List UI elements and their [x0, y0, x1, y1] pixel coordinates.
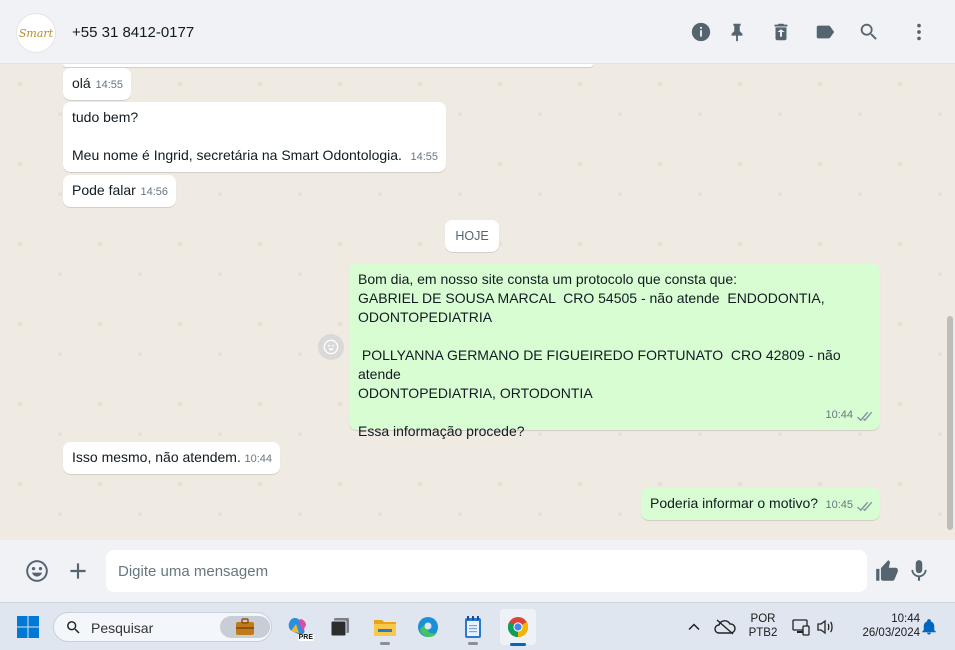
message-meta: 10:44	[825, 406, 873, 425]
message-bubble-outgoing[interactable]: Poderia informar o motivo? 10:45	[641, 488, 880, 520]
taskbar-search[interactable]: Pesquisar	[53, 612, 272, 642]
clock-time: 10:44	[891, 613, 920, 625]
message-time: 14:55	[410, 151, 438, 163]
task-view-icon[interactable]	[326, 613, 354, 641]
message-bubble-incoming[interactable]: Pode falar 14:56	[63, 175, 176, 207]
windows-start-icon[interactable]	[14, 613, 42, 641]
clock-date: 26/03/2024	[862, 627, 920, 639]
notification-bell-icon[interactable]	[915, 613, 943, 641]
info-icon[interactable]	[690, 21, 712, 43]
system-clock[interactable]: 10:44 26/03/2024	[842, 612, 920, 640]
chevron-up-icon[interactable]	[680, 613, 708, 641]
search-icon[interactable]	[858, 21, 880, 43]
keyboard-layout: PTB2	[748, 627, 778, 639]
message-time: 14:55	[95, 79, 123, 91]
copilot-icon[interactable]: PRE	[284, 613, 314, 641]
windows-taskbar: Pesquisar PRE POR PTB2 10:44 26/03/2024	[0, 602, 955, 650]
input-language-indicator[interactable]: POR PTB2	[746, 612, 780, 640]
briefcase-icon[interactable]	[220, 616, 270, 638]
message-text: Isso mesmo, não atendem.	[72, 449, 241, 465]
search-icon	[67, 621, 80, 634]
message-text: tudo bem? Meu nome é Ingrid, secretária …	[72, 109, 402, 163]
copilot-preview-badge: PRE	[297, 634, 314, 641]
active-app-indicator	[510, 643, 526, 646]
message-meta: 14:56	[140, 183, 168, 202]
message-text: Bom dia, em nosso site consta um protoco…	[358, 271, 841, 439]
attach-plus-icon[interactable]	[65, 558, 91, 584]
message-bubble-incoming[interactable]: olá 14:55	[63, 68, 131, 100]
emoji-icon[interactable]	[24, 558, 50, 584]
message-meta: 10:44	[244, 450, 272, 469]
message-time: 10:45	[825, 499, 853, 511]
message-meta: 10:45	[825, 496, 873, 515]
message-time: 10:44	[825, 409, 853, 421]
previous-message-edge	[63, 64, 593, 67]
message-time: 14:56	[140, 186, 168, 198]
label-icon[interactable]	[814, 21, 836, 43]
language-code: POR	[750, 613, 776, 625]
message-bubble-outgoing[interactable]: Bom dia, em nosso site consta um protoco…	[349, 264, 880, 439]
date-separator: HOJE	[445, 220, 499, 252]
volume-icon[interactable]	[811, 613, 839, 641]
onedrive-offline-icon[interactable]	[711, 613, 739, 641]
double-check-icon	[856, 500, 873, 512]
running-indicator	[380, 642, 390, 645]
message-text: Poderia informar o motivo?	[650, 495, 819, 511]
thumbs-up-icon[interactable]	[874, 558, 900, 584]
message-text: Pode falar	[72, 182, 136, 198]
edge-browser-icon[interactable]	[414, 613, 442, 641]
double-check-icon	[856, 410, 873, 422]
file-explorer-icon[interactable]	[371, 613, 399, 645]
microphone-icon[interactable]	[906, 558, 932, 584]
more-vertical-icon[interactable]	[908, 21, 930, 43]
contact-name[interactable]: +55 31 8412-0177	[72, 24, 194, 41]
message-bubble-incoming[interactable]: Isso mesmo, não atendem. 10:44	[63, 442, 280, 474]
reaction-emoji-icon[interactable]	[318, 334, 344, 360]
message-bubble-incoming[interactable]: tudo bem? Meu nome é Ingrid, secretária …	[63, 102, 446, 172]
chat-messages-area[interactable]: olá 14:55 tudo bem? Meu nome é Ingrid, s…	[0, 64, 955, 540]
pin-icon[interactable]	[726, 21, 748, 43]
message-meta: 14:55	[95, 76, 123, 95]
message-time: 10:44	[244, 453, 272, 465]
notepad-icon[interactable]	[459, 613, 487, 645]
chat-scrollbar[interactable]	[947, 316, 953, 530]
message-input[interactable]	[106, 550, 867, 592]
taskbar-search-placeholder: Pesquisar	[91, 620, 154, 636]
message-composer	[0, 540, 955, 602]
message-meta: 14:55	[410, 148, 438, 167]
chrome-browser-icon[interactable]	[500, 609, 536, 646]
message-text: olá	[72, 75, 91, 91]
avatar-logo-text: Smart	[18, 26, 54, 40]
avatar[interactable]: Smart	[16, 13, 56, 53]
trash-icon[interactable]	[770, 21, 792, 43]
chat-header: Smart +55 31 8412-0177	[0, 0, 955, 64]
running-indicator	[468, 642, 478, 645]
